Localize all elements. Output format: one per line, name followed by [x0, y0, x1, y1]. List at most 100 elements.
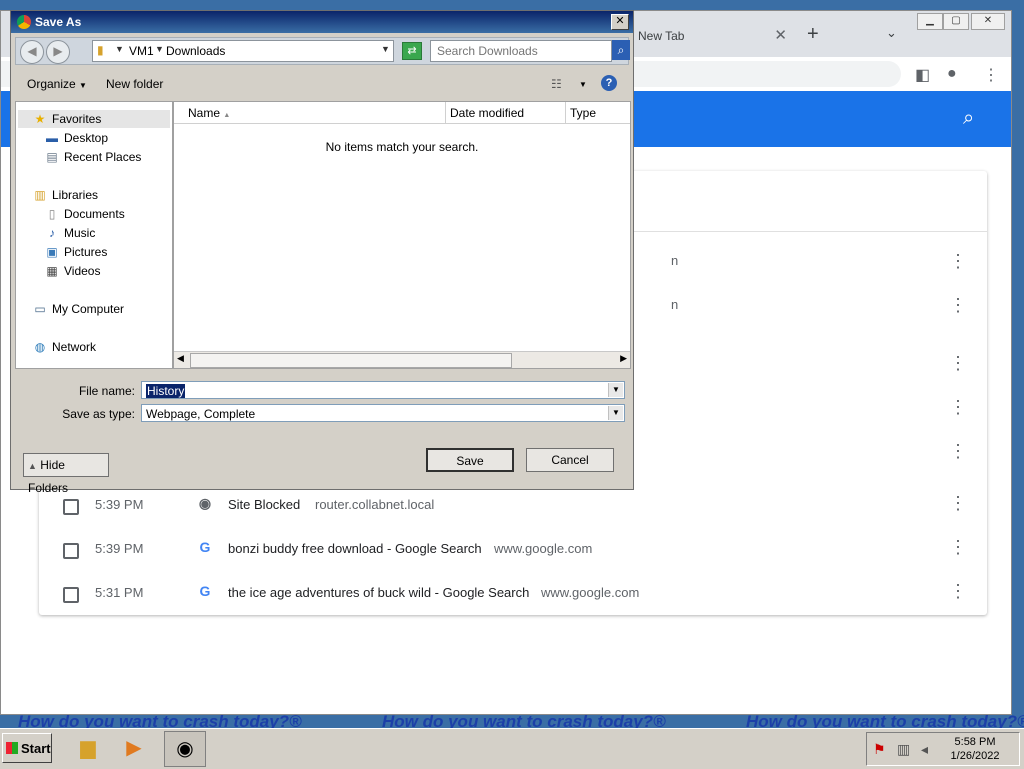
row-checkbox[interactable]	[63, 543, 79, 559]
side-panel-icon[interactable]: ◧	[915, 65, 930, 85]
more-icon[interactable]: ⋮	[949, 295, 967, 316]
chrome-menu-icon[interactable]: ⋮	[983, 65, 999, 85]
file-list: Name ▲ Date modified Type No items match…	[173, 101, 631, 369]
start-label: Start	[21, 741, 51, 756]
tree-item-libraries[interactable]: ▥ Libraries	[32, 188, 98, 202]
tree-item-favorites[interactable]: ★ Favorites	[32, 112, 102, 126]
maximize-button[interactable]: ▢	[943, 13, 969, 30]
row-checkbox[interactable]	[63, 587, 79, 603]
history-row[interactable]: 5:39 PM G bonzi buddy free download - Go…	[39, 529, 987, 573]
scroll-left-icon[interactable]: ◀	[177, 353, 184, 364]
refresh-icon[interactable]: ⇄	[402, 42, 422, 60]
organize-button[interactable]: Organize ▼	[27, 77, 87, 91]
column-label: Type	[570, 106, 597, 120]
taskbar: Start ▆ ▶ ◉ ⚑ ▥ ◂ 5:58 PM 1/26/2022	[0, 728, 1024, 769]
tree-item-desktop[interactable]: ▬ Desktop	[44, 131, 108, 145]
clock[interactable]: 5:58 PM 1/26/2022	[947, 735, 1003, 763]
chrome-taskbar-icon[interactable]: ◉	[164, 731, 206, 767]
volume-icon[interactable]: ◂	[921, 741, 928, 758]
tree-item-videos[interactable]: ▦ Videos	[44, 264, 100, 278]
file-name-label: File name:	[78, 384, 135, 398]
address-bar[interactable]: ▮ ▼ VM1 ▼ Downloads ▼	[92, 40, 394, 62]
history-row[interactable]: 5:31 PM G the ice age adventures of buck…	[39, 573, 987, 617]
more-icon[interactable]: ⋮	[949, 441, 967, 462]
search-icon[interactable]: ⌕	[963, 107, 974, 130]
page-domain: www.google.com	[541, 585, 640, 600]
history-row[interactable]: 5:39 PM ◉ Site Blocked router.collabnet.…	[39, 485, 987, 529]
back-button[interactable]: ◀	[20, 40, 44, 64]
chevron-down-icon[interactable]: ▼	[579, 80, 587, 89]
scroll-right-icon[interactable]: ▶	[620, 353, 627, 364]
computer-icon: ▭	[34, 302, 46, 316]
page-title[interactable]: bonzi buddy free download - Google Searc…	[228, 541, 482, 556]
hide-folders-button[interactable]: ▲ Hide Folders	[23, 453, 109, 495]
navigation-bar: ◀ ▶ ▮ ▼ VM1 ▼ Downloads ▼ ⇄ ⌕	[15, 37, 630, 65]
profile-icon[interactable]: ●	[947, 65, 957, 83]
search-input[interactable]	[435, 41, 607, 61]
system-tray: ⚑ ▥ ◂ 5:58 PM 1/26/2022	[866, 732, 1020, 766]
save-button[interactable]: Save	[426, 448, 514, 472]
save-as-type-label: Save as type:	[62, 407, 135, 421]
media-player-icon[interactable]: ▶	[114, 731, 154, 765]
tree-item-documents[interactable]: ▯ Documents	[44, 207, 125, 221]
tab-new-tab[interactable]: New Tab ✕	[633, 19, 793, 57]
file-name-field[interactable]: History ▼	[141, 381, 625, 399]
explorer-icon[interactable]: ▆	[68, 731, 108, 765]
more-icon[interactable]: ⋮	[949, 581, 967, 602]
page-title[interactable]: Site Blocked	[228, 497, 300, 512]
tree-label: Documents	[64, 207, 125, 221]
more-icon[interactable]: ⋮	[949, 353, 967, 374]
tree-label: Music	[64, 226, 96, 240]
close-window-button[interactable]: ✕	[971, 13, 1005, 30]
save-as-dialog: Save As ✕ ◀ ▶ ▮ ▼ VM1 ▼ Downloads ▼ ⇄ ⌕ …	[10, 10, 634, 495]
page-domain: www.google.com	[494, 541, 593, 556]
chevron-down-icon[interactable]: ▼	[115, 44, 124, 54]
more-icon[interactable]: ⋮	[949, 397, 967, 418]
save-as-type-select[interactable]: Webpage, Complete ▼	[141, 404, 625, 422]
tab-search-icon[interactable]: ⌄	[886, 25, 897, 41]
column-name[interactable]: Name ▲	[174, 102, 446, 124]
tree-item-pictures[interactable]: ▣ Pictures	[44, 245, 107, 259]
tree-item-music[interactable]: ♪ Music	[44, 226, 95, 240]
search-icon[interactable]: ⌕	[612, 40, 630, 60]
breadcrumb-vm1[interactable]: VM1	[129, 44, 154, 58]
forward-button[interactable]: ▶	[46, 40, 70, 64]
help-icon[interactable]: ?	[601, 75, 617, 91]
dialog-titlebar[interactable]: Save As ✕	[11, 11, 633, 33]
breadcrumb-downloads[interactable]: Downloads	[166, 44, 225, 58]
tree-item-network[interactable]: ◍ Network	[32, 340, 96, 354]
horizontal-scrollbar[interactable]: ◀ ▶	[174, 351, 630, 368]
start-button[interactable]: Start	[2, 733, 52, 763]
more-icon[interactable]: ⋮	[949, 251, 967, 272]
visit-time: 5:31 PM	[95, 585, 144, 600]
visit-time: 5:39 PM	[95, 541, 144, 556]
search-field[interactable]	[430, 40, 612, 62]
view-options-icon[interactable]: ☷	[551, 77, 562, 91]
more-icon[interactable]: ⋮	[949, 537, 967, 558]
page-title[interactable]: the ice age adventures of buck wild - Go…	[228, 585, 529, 600]
file-name-value: History	[146, 384, 186, 398]
chevron-down-icon[interactable]: ▼	[155, 44, 164, 54]
column-type[interactable]: Type	[566, 102, 630, 124]
new-tab-button[interactable]: +	[807, 24, 819, 44]
clock-date: 1/26/2022	[950, 750, 1000, 762]
scrollbar-thumb[interactable]	[190, 353, 512, 368]
new-folder-button[interactable]: New folder	[106, 77, 163, 91]
tree-item-recent-places[interactable]: ▤ Recent Places	[44, 150, 141, 164]
minimize-button[interactable]: ▁	[917, 13, 943, 30]
chevron-down-icon[interactable]: ▼	[381, 44, 390, 54]
more-icon[interactable]: ⋮	[949, 493, 967, 514]
file-name-input[interactable]: History	[146, 384, 186, 398]
tab-close-icon[interactable]: ✕	[774, 26, 787, 44]
row-checkbox[interactable]	[63, 499, 79, 515]
column-date-modified[interactable]: Date modified	[446, 102, 566, 124]
chevron-down-icon[interactable]: ▼	[608, 383, 623, 397]
close-button[interactable]: ✕	[611, 14, 629, 30]
chevron-down-icon[interactable]: ▼	[608, 406, 623, 420]
cancel-button[interactable]: Cancel	[526, 448, 614, 472]
tree-item-my-computer[interactable]: ▭ My Computer	[32, 302, 124, 316]
network-status-icon[interactable]: ▥	[897, 741, 910, 758]
empty-message: No items match your search.	[325, 140, 479, 154]
tree-label: Favorites	[52, 112, 102, 126]
action-center-flag-icon[interactable]: ⚑	[873, 741, 886, 758]
